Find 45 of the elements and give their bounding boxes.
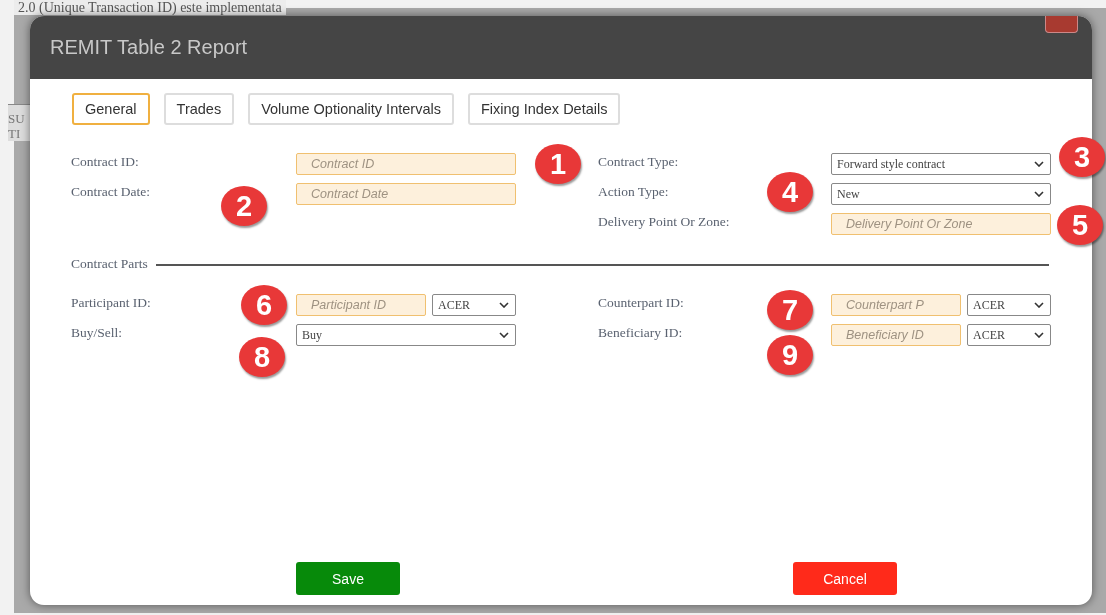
field-label: Contract Date: [71,183,151,200]
field-label: Contract Type: [598,153,679,170]
chevron-down-icon [499,302,509,308]
save-button[interactable]: Save [296,562,400,595]
dialog-title: REMIT Table 2 Report [50,36,248,59]
chevron-down-icon [499,332,509,338]
field-label: Participant ID: [71,294,151,311]
field-label: Delivery Point Or Zone: [598,213,730,230]
input-field[interactable]: Contract Date [296,183,516,205]
select-field[interactable]: ACER [432,294,516,316]
section-title: Contract Parts [71,256,148,272]
select-value: ACER [438,297,470,313]
field-label: Counterpart ID: [598,294,684,311]
select-value: Buy [302,327,322,343]
select-field[interactable]: Buy [296,324,516,346]
field-label: Buy/Sell: [71,324,122,341]
input-field[interactable]: Delivery Point Or Zone [831,213,1051,235]
select-value: ACER [973,297,1005,313]
field-label: Action Type: [598,183,669,200]
chevron-down-icon [1034,191,1044,197]
chevron-down-icon [1034,332,1044,338]
page-text: TI [8,126,22,141]
cancel-button[interactable]: Cancel [793,562,897,595]
chevron-down-icon [1034,302,1044,308]
input-field[interactable]: Contract ID [296,153,516,175]
page-text: SU [8,111,26,126]
page-heading: 2.0 (Unique Transaction ID) este implementata [14,0,286,15]
select-value: Forward style contract [837,156,945,172]
tab[interactable]: Volume Optionality Intervals [248,93,454,125]
select-field[interactable]: ACER [967,294,1051,316]
field-label: Contract ID: [71,153,139,170]
select-field[interactable]: New [831,183,1051,205]
close-button[interactable] [1045,16,1078,33]
select-value: New [837,186,860,202]
tab[interactable]: Trades [163,93,235,125]
field-label: Beneficiary ID: [598,324,683,341]
select-value: ACER [973,327,1005,343]
select-field[interactable]: ACER [967,324,1051,346]
input-field[interactable]: Beneficiary ID [831,324,961,346]
input-field[interactable]: Counterpart P [831,294,961,316]
input-field[interactable]: Participant ID [296,294,426,316]
tab[interactable]: Fixing Index Details [467,93,621,125]
chevron-down-icon [1034,161,1044,167]
select-field[interactable]: Forward style contract [831,153,1051,175]
tab[interactable]: General [72,93,150,125]
